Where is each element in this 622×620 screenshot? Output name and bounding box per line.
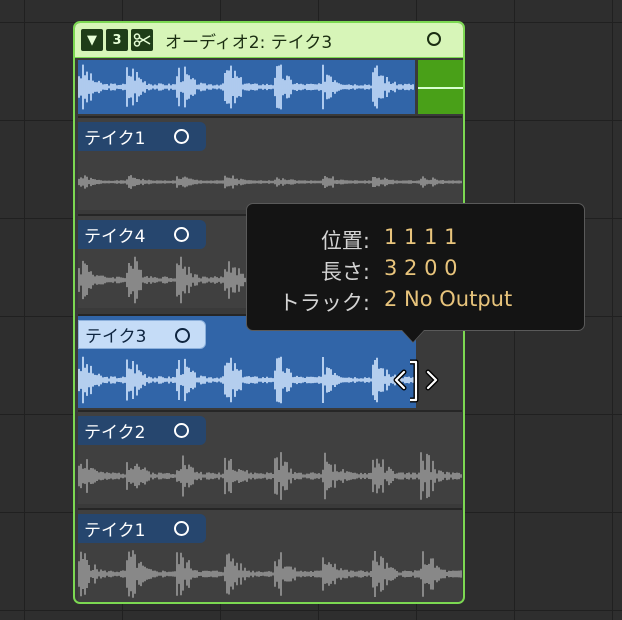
waveform-path [78, 550, 462, 598]
tooltip-position-row: 位置: 1 1 1 1 [247, 225, 584, 257]
scissors-icon[interactable] [131, 29, 153, 51]
track-value: 2 No Output [384, 287, 513, 311]
waveform-path [78, 64, 414, 110]
take-label[interactable]: テイク4 [78, 220, 206, 249]
take-circle-icon[interactable] [174, 227, 189, 242]
take-label[interactable]: テイク1 [78, 514, 206, 543]
take-label[interactable]: テイク1 [78, 122, 206, 151]
take-lane[interactable]: テイク1 [78, 508, 462, 602]
take-label[interactable]: テイク2 [78, 416, 206, 445]
tooltip-pointer [402, 330, 424, 342]
take-name: テイク1 [84, 521, 146, 541]
quick-swipe-comping-icon[interactable] [427, 32, 441, 46]
comp-selection-line [418, 87, 463, 89]
waveform-path [78, 452, 462, 500]
take-waveform [78, 452, 462, 500]
collapse-button[interactable]: ▼ [81, 29, 103, 51]
waveform-path [78, 356, 416, 404]
take-circle-icon[interactable] [174, 129, 189, 144]
track-label: トラック: [278, 291, 370, 315]
take-folder-title: オーディオ2: テイク3 [165, 32, 333, 53]
tooltip-length-row: 長さ: 3 2 0 0 [247, 256, 584, 288]
position-label: 位置: [320, 229, 370, 253]
take-circle-icon[interactable] [174, 423, 189, 438]
take-name: テイク2 [84, 423, 146, 443]
tooltip-track-row: トラック: 2 No Output [247, 287, 584, 319]
take-circle-icon[interactable] [175, 328, 190, 343]
take-count-button[interactable]: 3 [106, 29, 128, 51]
take-waveform [78, 175, 462, 189]
region-info-tooltip: 位置: 1 1 1 1 長さ: 3 2 0 0 トラック: 2 No Outpu… [246, 203, 585, 331]
take-circle-icon[interactable] [174, 521, 189, 536]
take-name: テイク4 [84, 227, 146, 247]
comp-selection-region[interactable] [418, 60, 463, 114]
length-label: 長さ: [320, 260, 370, 284]
waveform-path [78, 175, 462, 189]
take-lane[interactable]: テイク2 [78, 410, 462, 504]
position-value: 1 1 1 1 [384, 225, 458, 249]
take-name: テイク3 [85, 327, 147, 347]
length-value: 3 2 0 0 [384, 256, 458, 280]
comp-waveform[interactable] [78, 60, 415, 114]
take-name: テイク1 [84, 129, 146, 149]
take-folder-header[interactable]: ▼ 3 オーディオ2: テイク3 [75, 23, 463, 58]
take-waveform [78, 550, 462, 598]
take-lane[interactable]: テイク1 [78, 116, 462, 210]
take-label[interactable]: テイク3 [78, 320, 206, 349]
resize-cursor-icon [393, 359, 439, 403]
